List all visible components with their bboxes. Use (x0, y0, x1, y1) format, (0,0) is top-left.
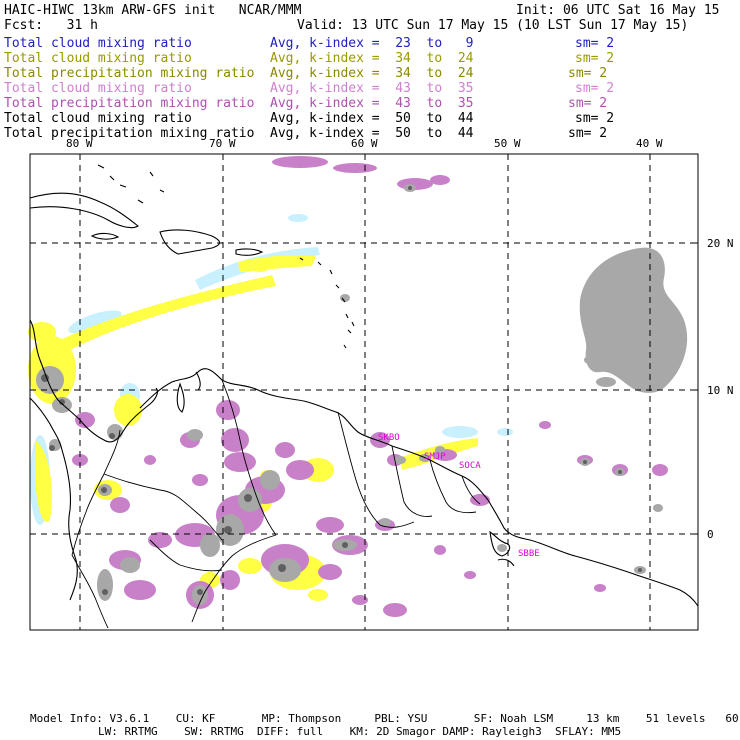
lon-label-60w: 60 W (351, 137, 378, 150)
lon-label-40w: 40 W (636, 137, 663, 150)
station-smjp: SMJP (424, 452, 446, 462)
lon-label-50w: 50 W (494, 137, 521, 150)
lon-labels: 80 W 70 W 60 W 50 W 40 W (66, 137, 663, 150)
lat-label-20n: 20 N (707, 237, 734, 250)
footer-model-info: Model Info: V3.6.1 CU: KF MP: Thompson P… (30, 712, 740, 725)
lat-label-0: 0 (707, 528, 714, 541)
lon-label-80w: 80 W (66, 137, 93, 150)
lat-label-10n: 10 N (707, 384, 734, 397)
lon-label-70w: 70 W (209, 137, 236, 150)
station-sbbe: SBBE (518, 549, 540, 559)
station-soca: SOCA (459, 461, 481, 471)
station-skbo: SKBO (378, 433, 400, 443)
footer-physics-info: LW: RRTMG SW: RRTMG DIFF: full KM: 2D Sm… (98, 725, 622, 738)
forecast-map: 80 W 70 W 60 W 50 W 40 W 20 N 10 N 0 SKB… (28, 137, 734, 631)
lat-labels: 20 N 10 N 0 (707, 237, 734, 541)
